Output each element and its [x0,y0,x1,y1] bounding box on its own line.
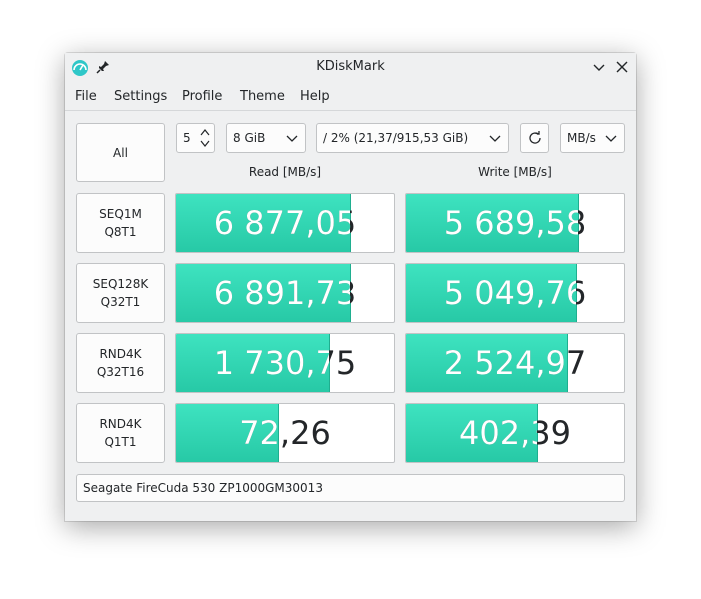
test-label: SEQ128K Q32T1 [92,277,149,309]
chevron-down-icon [286,135,298,142]
title-bar: KDiskMark [65,53,636,82]
run-all-button[interactable]: All [76,123,165,182]
write-column-header: Write [MB/s] [478,165,552,179]
read-result-2: 1 730,751 730,75 [175,333,395,393]
read-result-3: 72,2672,26 [175,403,395,463]
write-value-overlay: 5 049,76 [443,274,576,312]
read-value-overlay: 6 891,73 [213,274,350,312]
write-result-0: 5 689,58 5 689,58 [405,193,625,253]
minimize-chevron-icon[interactable] [591,59,607,75]
read-value-overlay: 6 877,05 [213,204,350,242]
menu-help[interactable]: Help [300,89,330,104]
refresh-icon [529,131,541,144]
units-value: MB/s [567,131,596,145]
size-combobox[interactable]: 8 GiB [226,123,306,153]
write-result-2: 2 524,972 524,97 [405,333,625,393]
close-icon[interactable] [614,59,630,75]
test-button-3[interactable]: RND4K Q1T1 [76,403,165,463]
chevron-down-icon [489,135,501,142]
window-title: KDiskMark [316,59,385,74]
loops-spinbox[interactable]: 5 [176,123,215,153]
write-value-overlay: 402,39 [459,414,537,452]
write-value-overlay: 2 524,97 [443,344,567,382]
units-combobox[interactable]: MB/s [560,123,625,153]
read-result-1: 6 891,73 6 891,73 [175,263,395,323]
test-label: SEQ1M Q8T1 [99,207,142,239]
device-name: Seagate FireCuda 530 ZP1000GM30013 [83,481,323,495]
size-value: 8 GiB [233,131,266,145]
read-value-overlay: 1 730,75 [213,344,329,382]
read-value-overlay: 72,26 [239,414,278,452]
spin-down-icon[interactable] [199,139,211,149]
test-button-1[interactable]: SEQ128K Q32T1 [76,263,165,323]
refresh-button[interactable] [520,123,549,153]
menu-settings[interactable]: Settings [114,89,167,104]
device-name-field[interactable]: Seagate FireCuda 530 ZP1000GM30013 [76,474,625,502]
target-value: / 2% (21,37/915,53 GiB) [323,131,469,145]
write-result-3: 402,39402,39 [405,403,625,463]
write-result-1: 5 049,76 5 049,76 [405,263,625,323]
test-button-0[interactable]: SEQ1M Q8T1 [76,193,165,253]
kdiskmark-window: KDiskMark File Settings Profile Theme He… [65,53,636,521]
write-value-overlay: 5 689,58 [443,204,578,242]
read-column-header: Read [MB/s] [248,165,322,179]
menu-bar: File Settings Profile Theme Help [65,82,636,111]
test-label: RND4K Q1T1 [99,417,142,449]
read-result-0: 6 877,05 6 877,05 [175,193,395,253]
menu-profile[interactable]: Profile [182,89,222,104]
chevron-down-icon [605,135,617,142]
loops-value: 5 [183,131,191,145]
spin-up-icon[interactable] [199,127,211,137]
target-combobox[interactable]: / 2% (21,37/915,53 GiB) [316,123,509,153]
menu-theme[interactable]: Theme [240,89,285,104]
test-label: RND4K Q32T16 [96,347,145,379]
test-button-2[interactable]: RND4K Q32T16 [76,333,165,393]
menu-file[interactable]: File [75,89,97,104]
